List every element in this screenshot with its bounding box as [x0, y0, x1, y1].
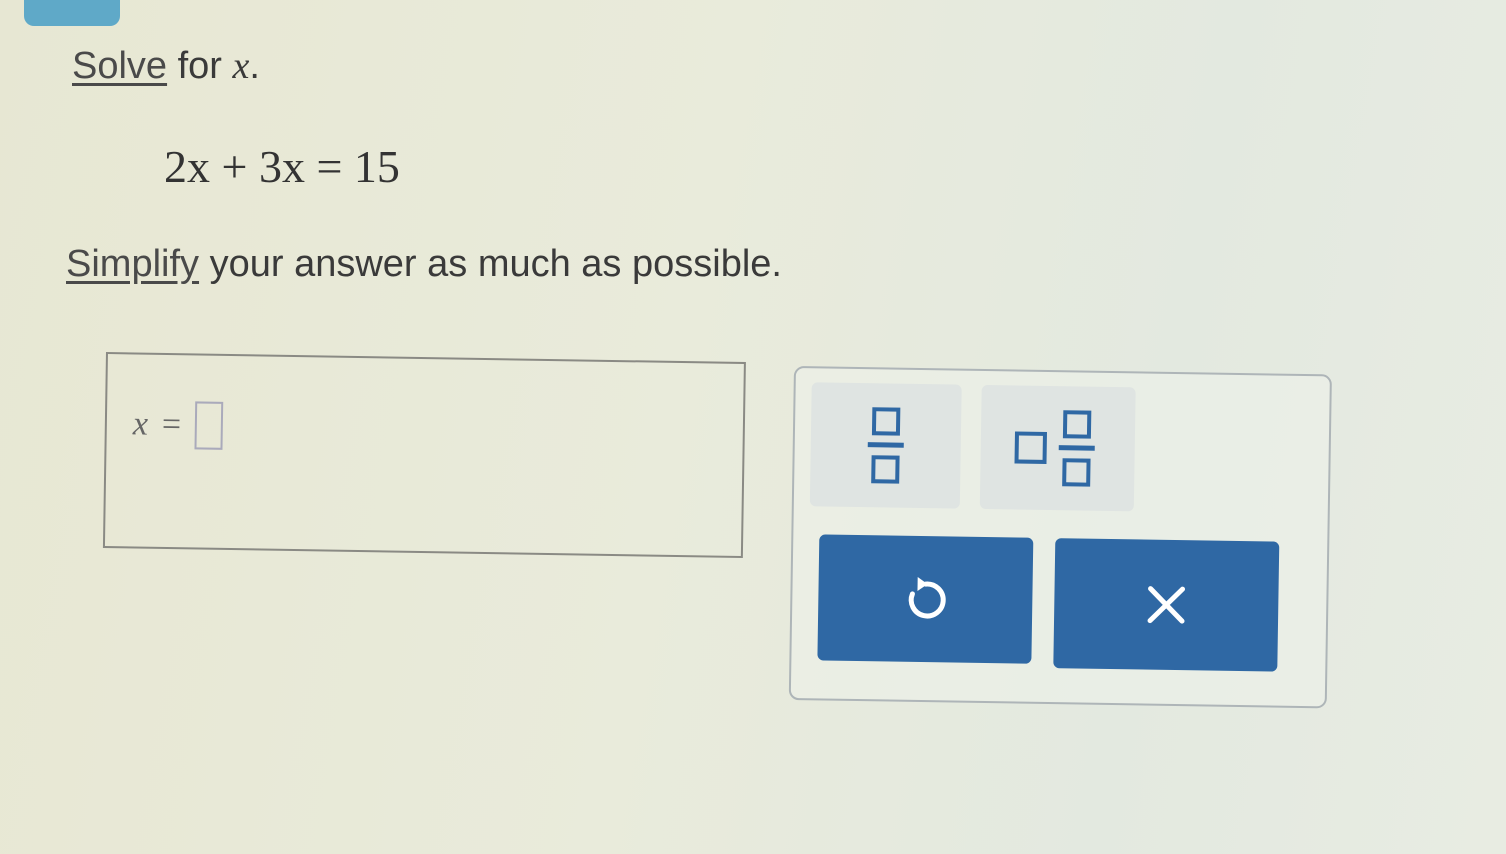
answer-variable: x [132, 405, 149, 443]
solve-term-link[interactable]: Solve [72, 45, 167, 87]
solve-instruction: Solve for x. [72, 44, 260, 88]
solve-text: for [167, 45, 233, 87]
solve-period: . [249, 45, 260, 87]
solve-variable: x [232, 45, 250, 87]
clear-button[interactable] [1053, 538, 1280, 672]
simplify-instruction: Simplify your answer as much as possible… [66, 243, 782, 286]
mixed-number-button[interactable] [979, 384, 1136, 512]
fraction-icon [867, 407, 904, 484]
equation: 2x + 3x = 15 [164, 141, 400, 192]
math-keypad [788, 366, 1332, 709]
simplify-text: your answer as much as possible. [199, 243, 782, 285]
answer-expression: x = [132, 400, 224, 450]
answer-area[interactable]: x = [102, 352, 746, 559]
simplify-term-link[interactable]: Simplify [66, 243, 199, 285]
close-icon [1147, 586, 1186, 624]
undo-icon [908, 576, 946, 619]
undo-button[interactable] [817, 534, 1034, 664]
mixed-number-icon [1014, 410, 1095, 487]
answer-input-slot[interactable] [194, 401, 224, 450]
top-tab[interactable] [24, 0, 120, 26]
fraction-button[interactable] [809, 382, 962, 509]
answer-equals: = [161, 405, 182, 444]
